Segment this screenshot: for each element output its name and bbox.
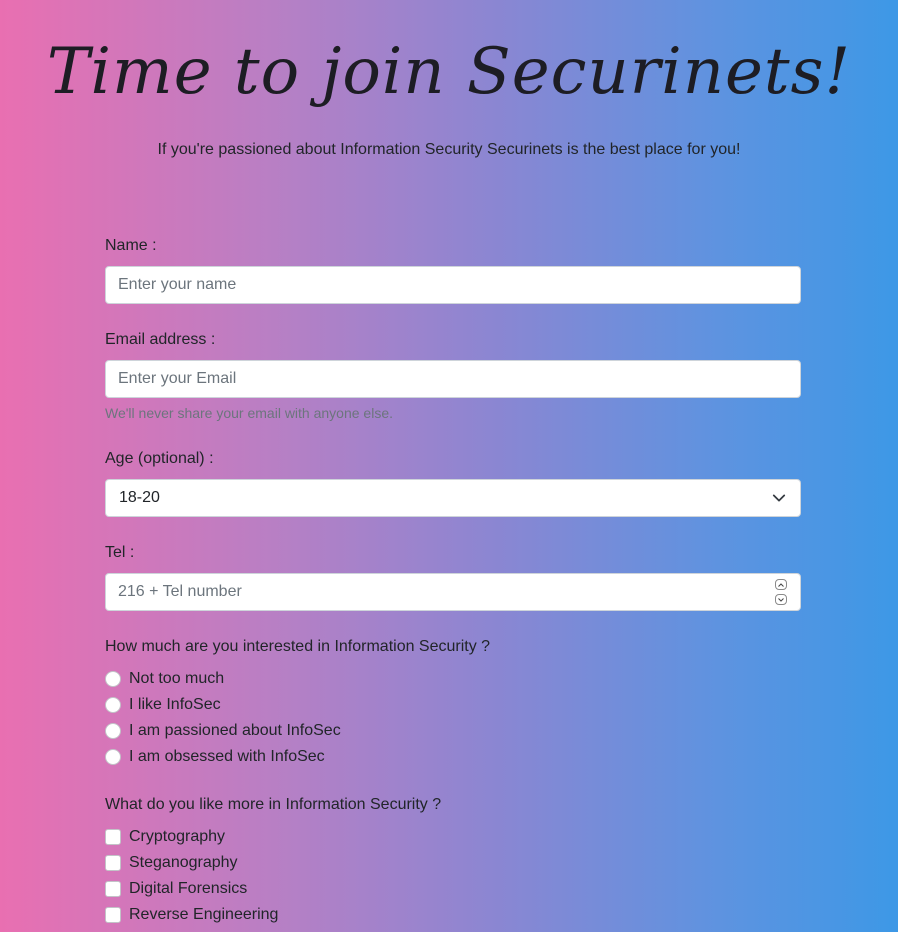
likes-question: What do you like more in Information Sec… [105, 796, 442, 813]
interest-option-passioned[interactable]: I am passioned about InfoSec [105, 721, 341, 741]
interest-option-not-too-much[interactable]: Not too much [105, 669, 224, 689]
option-label: I like InfoSec [129, 696, 221, 713]
interest-question: How much are you interested in Informati… [105, 638, 491, 655]
page-subtitle: If you're passioned about Information Se… [157, 141, 741, 158]
chevron-down-icon [778, 597, 784, 602]
age-label: Age (optional) : [105, 450, 214, 467]
chevron-down-icon [772, 491, 786, 505]
likes-option-reverse-engineering[interactable]: Reverse Engineering [105, 905, 278, 925]
interest-option-obsessed[interactable]: I am obsessed with InfoSec [105, 747, 325, 767]
tel-label: Tel : [105, 544, 135, 561]
option-label: Reverse Engineering [129, 906, 279, 923]
tel-input[interactable] [105, 573, 801, 611]
page-title: Time to join Securinets! [46, 35, 852, 109]
age-select[interactable]: 18-20 [105, 479, 801, 517]
age-select-value: 18-20 [119, 489, 160, 506]
interest-option-like[interactable]: I like InfoSec [105, 695, 221, 715]
checkbox[interactable] [105, 855, 121, 871]
radio-button[interactable] [105, 723, 121, 739]
option-label: Steganography [129, 854, 238, 871]
option-label: Not too much [129, 670, 225, 687]
spinner-down-button[interactable] [775, 594, 787, 605]
radio-button[interactable] [105, 697, 121, 713]
tel-spinner [775, 579, 789, 605]
option-label: Digital Forensics [129, 880, 248, 897]
checkbox[interactable] [105, 907, 121, 923]
checkbox[interactable] [105, 881, 121, 897]
option-label: I am passioned about InfoSec [129, 722, 341, 739]
chevron-up-icon [778, 582, 784, 587]
email-help-text: We'll never share your email with anyone… [105, 405, 393, 421]
option-label: Cryptography [129, 828, 226, 845]
radio-button[interactable] [105, 749, 121, 765]
tel-field [105, 573, 801, 611]
likes-option-steganography[interactable]: Steganography [105, 853, 238, 873]
checkbox[interactable] [105, 829, 121, 845]
option-label: I am obsessed with InfoSec [129, 748, 325, 765]
likes-option-cryptography[interactable]: Cryptography [105, 827, 225, 847]
email-label: Email address : [105, 331, 216, 348]
radio-button[interactable] [105, 671, 121, 687]
name-input[interactable] [105, 266, 801, 304]
email-input[interactable] [105, 360, 801, 398]
spinner-up-button[interactable] [775, 579, 787, 590]
name-label: Name : [105, 237, 157, 254]
likes-option-digital-forensics[interactable]: Digital Forensics [105, 879, 247, 899]
